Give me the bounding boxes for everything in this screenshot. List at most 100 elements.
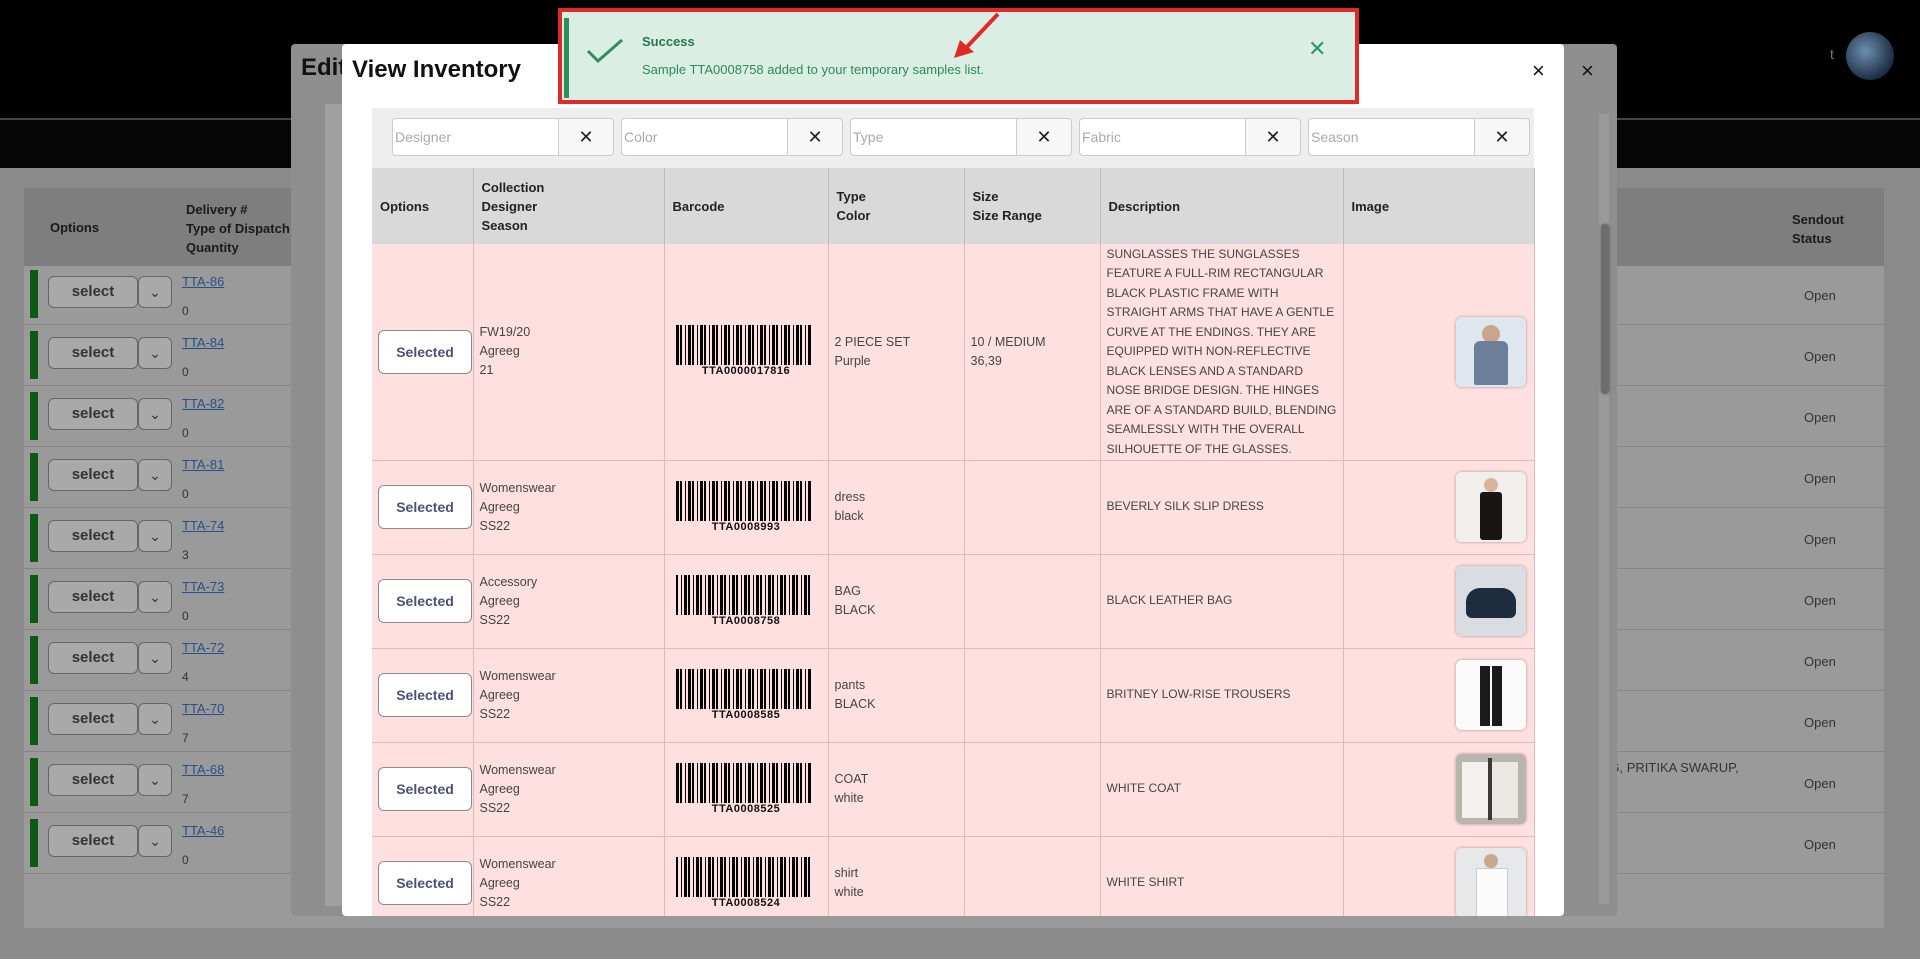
select-button[interactable]: select (48, 459, 138, 491)
type: shirt (834, 866, 859, 880)
designer-filter-clear-icon[interactable]: ✕ (558, 118, 614, 156)
barcode: TTA0000017816 (676, 325, 816, 378)
delivery-link[interactable]: TTA-86 (182, 274, 224, 289)
delivery-quantity: 0 (182, 609, 189, 623)
image-cell (1343, 244, 1535, 461)
delivery-link[interactable]: TTA-68 (182, 762, 224, 777)
image-cell (1343, 742, 1535, 837)
view-inventory-modal: View Inventory × ✕ ✕ ✕ ✕ ✕ O (342, 44, 1564, 916)
chevron-down-icon[interactable]: ⌄ (138, 703, 172, 735)
inventory-row: Selected Accessory Agreeg SS22 TTA0008758 BAG… (372, 554, 1535, 649)
select-button[interactable]: select (48, 703, 138, 735)
options-cell: Selected (372, 836, 474, 916)
color-filter-clear-icon[interactable]: ✕ (787, 118, 843, 156)
select-button[interactable]: select (48, 642, 138, 674)
inventory-modal-close-icon[interactable]: × (1532, 58, 1545, 84)
chevron-down-icon[interactable]: ⌄ (138, 642, 172, 674)
delivery-link[interactable]: TTA-74 (182, 518, 224, 533)
toast-close-icon[interactable]: ✕ (1308, 36, 1326, 62)
collection: Accessory (479, 574, 538, 589)
sendout-status: Open (1804, 349, 1836, 364)
select-button[interactable]: select (48, 825, 138, 857)
season: 21 (479, 363, 494, 378)
fabric-filter: ✕ (1079, 118, 1301, 158)
size-cell: 10 / MEDIUM 36,39 (964, 244, 1101, 461)
size: 10 / MEDIUM (970, 334, 1046, 349)
delivery-link[interactable]: TTA-82 (182, 396, 224, 411)
delivery-link[interactable]: TTA-70 (182, 701, 224, 716)
delivery-link[interactable]: TTA-46 (182, 823, 224, 838)
chevron-down-icon[interactable]: ⌄ (138, 398, 172, 430)
shirt-photo[interactable] (1455, 848, 1526, 916)
color: BLACK (834, 697, 876, 711)
select-button[interactable]: select (48, 276, 138, 308)
delivery-link[interactable]: TTA-81 (182, 457, 224, 472)
fabric-filter-input[interactable] (1079, 118, 1245, 156)
chevron-down-icon[interactable]: ⌄ (138, 337, 172, 369)
type-filter-clear-icon[interactable]: ✕ (1016, 118, 1072, 156)
chevron-down-icon[interactable]: ⌄ (138, 825, 172, 857)
selected-button[interactable]: Selected (378, 329, 472, 374)
select-button[interactable]: select (48, 520, 138, 552)
designer-filter-input[interactable] (392, 118, 558, 156)
sendout-status: Open (1804, 532, 1836, 547)
select-button[interactable]: select (48, 581, 138, 613)
select-button[interactable]: select (48, 764, 138, 796)
chevron-down-icon[interactable]: ⌄ (138, 459, 172, 491)
type-filter: ✕ (850, 118, 1072, 158)
barcode-number: TTA0008524 (711, 896, 781, 909)
chevron-down-icon[interactable]: ⌄ (138, 276, 172, 308)
selected-button[interactable]: Selected (378, 579, 472, 623)
select-button[interactable]: select (48, 398, 138, 430)
type-cell: shirt white (828, 836, 965, 916)
color: white (834, 885, 864, 899)
filter-bar: ✕ ✕ ✕ ✕ ✕ (372, 108, 1534, 168)
dress-photo[interactable] (1455, 472, 1526, 542)
annotation-arrow-icon (954, 12, 1000, 58)
inventory-row: Selected Womenswear Agreeg SS22 TTA0008585 pa… (372, 648, 1535, 743)
sendout-status: Open (1804, 837, 1836, 852)
season-filter-clear-icon[interactable]: ✕ (1474, 118, 1530, 156)
selected-button[interactable]: Selected (378, 861, 472, 905)
delivery-quantity: 0 (182, 365, 189, 379)
barcode: TTA0008993 (676, 480, 816, 534)
trousers-photo[interactable] (1455, 660, 1526, 730)
header-options: Options (50, 220, 100, 235)
select-button[interactable]: select (48, 337, 138, 369)
suit-photo[interactable] (1455, 316, 1526, 387)
selected-button[interactable]: Selected (378, 485, 472, 529)
chevron-down-icon[interactable]: ⌄ (138, 520, 172, 552)
chevron-down-icon[interactable]: ⌄ (138, 581, 172, 613)
row-status-bar (30, 331, 38, 379)
delivery-link[interactable]: TTA-84 (182, 335, 224, 350)
fabric-filter-clear-icon[interactable]: ✕ (1245, 118, 1301, 156)
delivery-link[interactable]: TTA-73 (182, 579, 224, 594)
type-filter-input[interactable] (850, 118, 1016, 156)
season: SS22 (479, 800, 511, 815)
designer: Agreeg (479, 593, 520, 608)
user-avatar[interactable] (1846, 32, 1894, 80)
edit-modal-scroll-thumb[interactable] (1601, 224, 1609, 394)
sendout-status: Open (1804, 776, 1836, 791)
bag-photo[interactable] (1455, 566, 1526, 636)
delivery-quantity: 7 (182, 731, 189, 745)
collection: Womenswear (479, 856, 556, 871)
row-status-bar (30, 575, 38, 623)
color-filter-input[interactable] (621, 118, 787, 156)
sendout-status: Open (1804, 471, 1836, 486)
barcode: TTA0008758 (676, 574, 816, 628)
inventory-row: Selected Womenswear Agreeg SS22 TTA0008993 dr… (372, 460, 1535, 555)
collection-cell: Womenswear Agreeg SS22 (473, 460, 665, 555)
selected-button[interactable]: Selected (378, 767, 472, 811)
row-status-bar (30, 697, 38, 745)
image-cell (1343, 836, 1535, 916)
delivery-link[interactable]: TTA-72 (182, 640, 224, 655)
season-filter: ✕ (1308, 118, 1530, 158)
season-filter-input[interactable] (1308, 118, 1474, 156)
image-cell (1343, 460, 1535, 555)
chevron-down-icon[interactable]: ⌄ (138, 764, 172, 796)
edit-modal-close-icon[interactable]: × (1581, 58, 1594, 84)
toast-accent-bar (564, 18, 569, 98)
coat-photo[interactable] (1455, 754, 1526, 824)
selected-button[interactable]: Selected (378, 673, 472, 717)
